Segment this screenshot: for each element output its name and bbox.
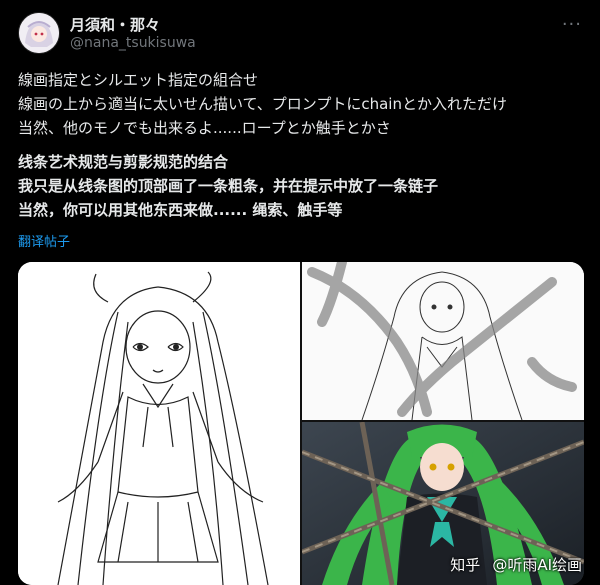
lineart-with-stroke-image[interactable] — [302, 262, 584, 420]
watermark-site: 知乎 — [450, 556, 481, 574]
author-name[interactable]: 月須和・那々 — [70, 14, 160, 35]
post-header: 月須和・那々 @nana_tsukisuwa ··· — [18, 12, 582, 56]
media-grid — [18, 262, 584, 585]
watermark: 知乎 @听雨AI绘画 — [450, 554, 582, 575]
translate-post-link[interactable]: 翻译帖子 — [18, 231, 70, 250]
post-line: 線画の上から適当に太いせん描いて、プロンプトにchainとか入れただけ — [18, 95, 507, 113]
post-text-japanese: 線画指定とシルエット指定の組合せ 線画の上から適当に太いせん描いて、プロンプトに… — [18, 68, 584, 140]
post-line: 线条艺术规范与剪影规范的结合 — [18, 153, 229, 171]
post-line: 線画指定とシルエット指定の組合せ — [18, 71, 259, 89]
author-handle[interactable]: @nana_tsukisuwa — [70, 35, 196, 51]
post-line: 当然，你可以用其他东西来做...... 绳索、触手等 — [18, 201, 343, 219]
post-text-chinese: 线条艺术规范与剪影规范的结合 我只是从线条图的顶部画了一条粗条，并在提示中放了一… — [18, 150, 584, 222]
lineart-image[interactable] — [18, 262, 300, 585]
post-line: 当然、他のモノでも出来るよ......ロープとか触手とかさ — [18, 119, 391, 137]
avatar[interactable] — [18, 12, 60, 54]
watermark-author: @听雨AI绘画 — [492, 556, 582, 574]
more-options-icon[interactable]: ··· — [562, 14, 582, 35]
post-line: 我只是从线条图的顶部画了一条粗条，并在提示中放了一条链子 — [18, 177, 439, 195]
